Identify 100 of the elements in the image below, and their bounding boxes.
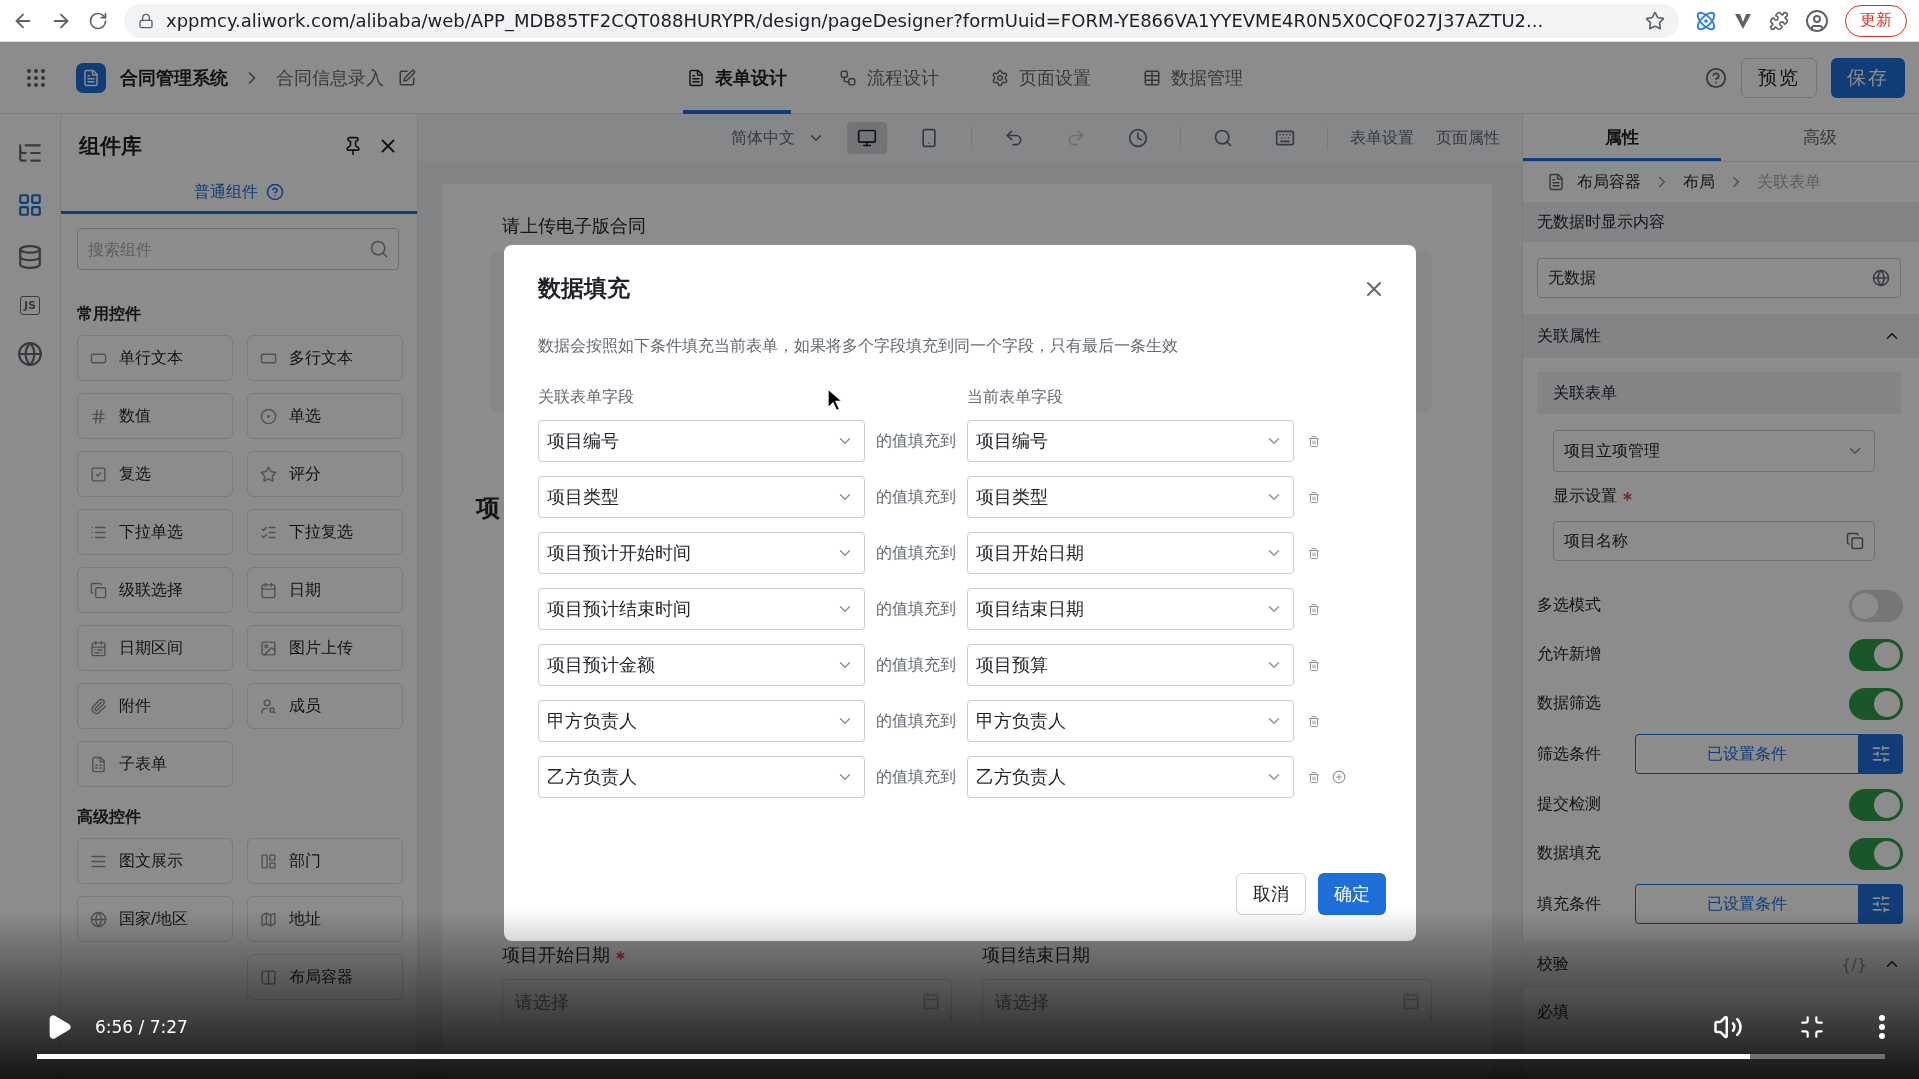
component-item[interactable]: 日期区间 <box>77 625 233 671</box>
connector-text: 的值填充到 <box>875 598 957 620</box>
select-field[interactable]: 项目结束日期 <box>967 588 1294 630</box>
more-button[interactable] <box>1879 1015 1885 1039</box>
globe-button[interactable] <box>17 341 43 367</box>
condition-button[interactable]: 已设置条件 <box>1635 884 1859 924</box>
desktop-view-button[interactable] <box>847 122 887 154</box>
address-bar[interactable]: xppmcy.aliwork.com/alibaba/web/APP_MDB85TF2CQT088HURYPR/design/pageDesigner?formUuid=FORM-YE866VA1YYEVME4R0N5X0CQF027J37AZTU2... <box>124 3 1679 38</box>
select-field[interactable]: 项目预计结束时间 <box>538 588 865 630</box>
component-item[interactable]: 日期 <box>247 567 403 613</box>
component-item[interactable]: 单选 <box>247 393 403 439</box>
preview-button[interactable]: 预览 <box>1741 58 1817 98</box>
toolbar-link[interactable]: 表单设置 <box>1350 127 1414 149</box>
keyboard-icon <box>1275 128 1295 148</box>
component-item[interactable]: 数值 <box>77 393 233 439</box>
setting-label: 多选模式 <box>1537 595 1601 616</box>
avatar-icon[interactable] <box>1805 8 1829 33</box>
grid-icon <box>17 192 43 218</box>
section-header[interactable]: 关联属性 <box>1537 325 1601 347</box>
component-item[interactable]: 多行文本 <box>247 335 403 381</box>
component-item[interactable]: 级联选择 <box>77 567 233 613</box>
component-item[interactable]: 单行文本 <box>77 335 233 381</box>
toggle-switch[interactable] <box>1849 788 1903 821</box>
search-icon <box>1213 128 1233 148</box>
edit-icon[interactable] <box>398 69 416 87</box>
breadcrumb-item[interactable]: 布局 <box>1683 171 1715 193</box>
component-item[interactable]: 评分 <box>247 451 403 497</box>
star-icon[interactable] <box>1645 10 1665 31</box>
panel-tab[interactable]: 高级 <box>1721 114 1919 161</box>
filter-settings-button[interactable] <box>1859 734 1903 774</box>
hash-icon <box>90 407 107 425</box>
field-label: 请上传电子版合同 <box>502 214 647 238</box>
select-field[interactable]: 甲方负责人 <box>967 700 1294 742</box>
toggle-switch[interactable] <box>1849 837 1903 870</box>
component-item[interactable]: 附件 <box>77 683 233 729</box>
select-field[interactable]: 乙方负责人 <box>967 756 1294 798</box>
puzzle-icon[interactable] <box>1769 10 1789 31</box>
select-field[interactable]: 项目编号 <box>967 420 1294 462</box>
select-field[interactable]: 项目开始日期 <box>967 532 1294 574</box>
video-time: 6:56 / 7:27 <box>95 1017 189 1037</box>
nav-tab[interactable]: 页面设置 <box>986 42 1095 114</box>
select-field[interactable]: 乙方负责人 <box>538 756 865 798</box>
component-item[interactable]: 地址 <box>247 896 403 942</box>
select-field[interactable]: 项目编号 <box>538 420 865 462</box>
connector-text: 的值填充到 <box>875 654 957 676</box>
nav-tab[interactable]: 数据管理 <box>1138 42 1247 114</box>
text-field[interactable]: 无数据 <box>1537 258 1901 298</box>
dialog-description: 数据会按照如下条件填充当前表单，如果将多个字段填充到同一个字段，只有最后一条生效 <box>538 336 1179 357</box>
select-field[interactable]: 项目类型 <box>538 476 865 518</box>
toggle-switch[interactable] <box>1849 687 1903 720</box>
panel-tab[interactable]: 属性 <box>1523 114 1721 161</box>
setting-label: 填充条件 <box>1537 893 1601 915</box>
component-item[interactable]: 复选 <box>77 451 233 497</box>
breadcrumb-item[interactable]: 布局容器 <box>1577 171 1641 193</box>
nav-tab[interactable]: 表单设计 <box>682 42 791 114</box>
component-item[interactable]: 下拉单选 <box>77 509 233 555</box>
select-field[interactable]: 项目立项管理 <box>1553 430 1875 472</box>
apps-grid-icon[interactable] <box>24 66 48 90</box>
undo-icon <box>1004 128 1024 148</box>
section-title: 项 <box>476 493 500 524</box>
help-icon[interactable] <box>1705 67 1727 89</box>
confirm-button[interactable]: 确定 <box>1318 873 1386 915</box>
atom-icon[interactable] <box>1695 9 1717 32</box>
toolbar-link[interactable]: 页面属性 <box>1436 127 1500 149</box>
update-button[interactable]: 更新 <box>1845 4 1907 37</box>
search-icon[interactable] <box>369 239 389 259</box>
select-field[interactable]: 甲方负责人 <box>538 700 865 742</box>
save-button[interactable]: 保存 <box>1831 58 1905 98</box>
reload-icon[interactable] <box>88 10 108 31</box>
select-field[interactable]: 项目预算 <box>967 644 1294 686</box>
component-item[interactable]: 图文展示 <box>77 838 233 884</box>
filter-settings-button[interactable] <box>1859 884 1903 924</box>
language-select[interactable]: 简体中文 <box>731 127 825 149</box>
condition-button[interactable]: 已设置条件 <box>1635 734 1859 774</box>
exit-fullscreen-button[interactable] <box>1799 1014 1825 1040</box>
component-item[interactable]: 下拉复选 <box>247 509 403 555</box>
breadcrumb-item[interactable]: 合同管理系统 <box>120 66 228 90</box>
column-heading: 关联表单字段 <box>538 387 634 408</box>
text-field[interactable]: 项目名称 <box>1553 521 1875 561</box>
grid-button[interactable] <box>17 192 43 218</box>
toggle-switch[interactable] <box>1849 638 1903 671</box>
script-button[interactable]: JS <box>20 296 40 315</box>
component-item[interactable]: 布局容器 <box>247 954 403 1000</box>
database-button[interactable] <box>17 244 43 270</box>
url-text: xppmcy.aliwork.com/alibaba/web/APP_MDB85TF2CQT088HURYPR/design/pageDesigner?formUuid=FORM-YE866VA1YYEVME4R0N5X0CQF027J37AZTU2... <box>166 10 1545 31</box>
select-field[interactable]: 项目预计开始时间 <box>538 532 865 574</box>
select-field[interactable]: 项目类型 <box>967 476 1294 518</box>
component-item[interactable]: 国家/地区 <box>77 896 233 942</box>
panel-tab[interactable]: 普通组件 <box>61 170 417 214</box>
section-header[interactable]: 校验 <box>1537 953 1569 975</box>
pin-icon[interactable] <box>343 136 363 156</box>
breadcrumb-item[interactable]: 合同信息录入 <box>276 66 384 90</box>
select-field[interactable]: 项目预计金额 <box>538 644 865 686</box>
component-item[interactable]: 部门 <box>247 838 403 884</box>
component-item[interactable]: 子表单 <box>77 741 233 787</box>
nav-tab[interactable]: 流程设计 <box>834 42 943 114</box>
component-item[interactable]: 成员 <box>247 683 403 729</box>
cancel-button[interactable]: 取消 <box>1236 873 1306 915</box>
component-item[interactable]: 图片上传 <box>247 625 403 671</box>
layout-icon <box>260 852 277 870</box>
